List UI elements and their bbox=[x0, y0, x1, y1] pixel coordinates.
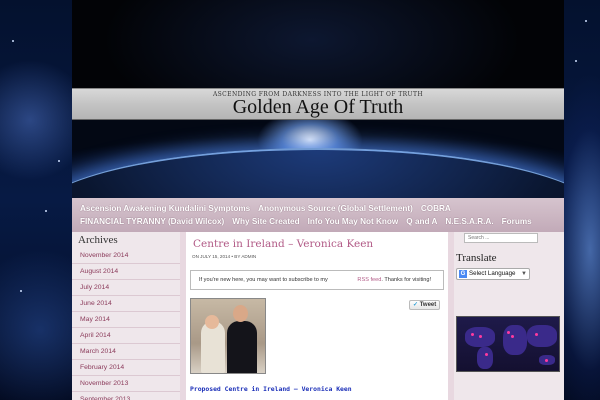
archive-link[interactable]: February 2014 bbox=[72, 360, 180, 376]
visitor-map[interactable] bbox=[456, 316, 560, 372]
archive-link[interactable]: November 2014 bbox=[72, 248, 180, 264]
right-sidebar: Translate G Select Language ▼ bbox=[454, 232, 564, 400]
nav-item-ascension[interactable]: Ascension Awakening Kundalini Symptoms bbox=[80, 202, 250, 215]
post-meta: ON JULY 15, 2014 • BY ADMIN bbox=[192, 254, 257, 259]
rss-feed-link[interactable]: RSS feed bbox=[357, 277, 381, 283]
archive-link[interactable]: July 2014 bbox=[72, 280, 180, 296]
archive-link[interactable]: June 2014 bbox=[72, 296, 180, 312]
archives-title: Archives bbox=[78, 234, 118, 246]
archive-link[interactable]: September 2013 bbox=[72, 392, 180, 400]
nav-item-q-and-a[interactable]: Q and A bbox=[406, 215, 437, 228]
nav-row-2: FINANCIAL TYRANNY (David Wilcox) Why Sit… bbox=[80, 215, 558, 228]
post-photo bbox=[190, 298, 266, 374]
post-body-link[interactable]: Proposed Centre in Ireland – Veronica Ke… bbox=[190, 385, 352, 393]
archive-link[interactable]: April 2014 bbox=[72, 328, 180, 344]
notice-tail: . Thanks for visiting! bbox=[381, 277, 432, 283]
search-input[interactable] bbox=[464, 233, 538, 243]
archive-link[interactable]: November 2013 bbox=[72, 376, 180, 392]
nav-item-why-site-created[interactable]: Why Site Created bbox=[232, 215, 299, 228]
google-translate-icon: G bbox=[459, 270, 467, 278]
nav-row-1: Ascension Awakening Kundalini Symptoms A… bbox=[80, 202, 558, 215]
translate-title: Translate bbox=[456, 252, 497, 264]
post-title[interactable]: Centre in Ireland – Veronica Keen bbox=[186, 232, 448, 254]
language-select-label: Select Language bbox=[469, 270, 516, 277]
chevron-down-icon: ▼ bbox=[521, 271, 527, 277]
nav-item-anonymous-source[interactable]: Anonymous Source (Global Settlement) bbox=[258, 202, 413, 215]
twitter-bird-icon: ✓ bbox=[413, 302, 419, 308]
main-navigation: Ascension Awakening Kundalini Symptoms A… bbox=[72, 198, 564, 232]
subscribe-notice: If you're new here, you may want to subs… bbox=[190, 270, 444, 290]
archive-link[interactable]: August 2014 bbox=[72, 264, 180, 280]
site-header: ASCENDING FROM DARKNESS INTO THE LIGHT O… bbox=[72, 0, 564, 198]
site-title[interactable]: Golden Age Of Truth bbox=[72, 96, 564, 119]
nav-item-cobra[interactable]: COBRA bbox=[421, 202, 451, 215]
archive-link[interactable]: May 2014 bbox=[72, 312, 180, 328]
archives-sidebar: Archives November 2014 August 2014 July … bbox=[72, 232, 180, 400]
nav-item-financial-tyranny[interactable]: FINANCIAL TYRANNY (David Wilcox) bbox=[80, 215, 224, 228]
nav-item-info[interactable]: Info You May Not Know bbox=[308, 215, 399, 228]
nav-item-nesara[interactable]: N.E.S.A.R.A. bbox=[445, 215, 493, 228]
page-wrapper: ASCENDING FROM DARKNESS INTO THE LIGHT O… bbox=[72, 0, 564, 400]
archive-link[interactable]: March 2014 bbox=[72, 344, 180, 360]
tweet-label: Tweet bbox=[419, 302, 437, 308]
notice-text: If you're new here, you may want to subs… bbox=[199, 277, 328, 283]
language-select[interactable]: G Select Language ▼ bbox=[456, 268, 530, 280]
nav-item-forums[interactable]: Forums bbox=[502, 215, 532, 228]
tweet-button[interactable]: ✓ Tweet bbox=[409, 300, 440, 310]
main-content: Centre in Ireland – Veronica Keen ON JUL… bbox=[186, 232, 448, 400]
